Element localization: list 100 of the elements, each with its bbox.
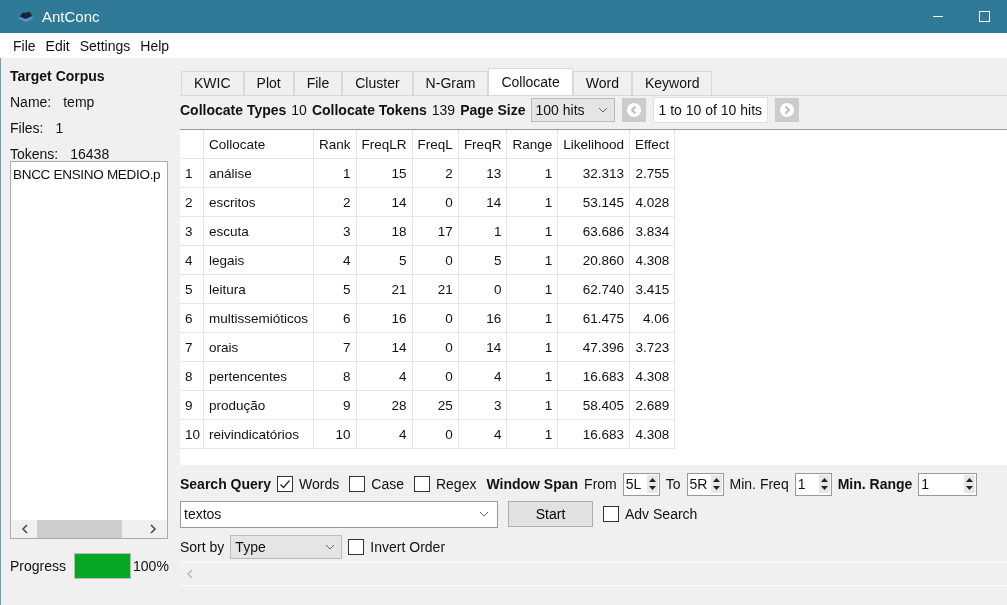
- table-cell: 4.028: [629, 187, 675, 217]
- menu-item[interactable]: Settings: [74, 37, 136, 54]
- column-header[interactable]: FreqR: [458, 130, 507, 159]
- start-button[interactable]: Start: [508, 501, 593, 527]
- table-cell: 28: [356, 390, 413, 420]
- checkbox-label[interactable]: Adv Search: [625, 506, 698, 522]
- tab[interactable]: Keyword: [631, 71, 713, 95]
- table-cell: 20.860: [557, 245, 630, 275]
- menu-item[interactable]: Edit: [40, 37, 75, 54]
- table-cell: 1: [506, 274, 558, 304]
- table-cell: 1: [506, 187, 558, 217]
- column-header[interactable]: Effect: [629, 130, 675, 159]
- spin-arrows-icon[interactable]: [646, 475, 658, 493]
- table-cell: legais: [203, 245, 314, 275]
- table-cell: 0: [412, 419, 459, 449]
- field-label: From: [584, 476, 617, 492]
- field-value: temp: [63, 94, 95, 112]
- chevron-down-icon[interactable]: [479, 511, 489, 517]
- table-cell: 4.308: [629, 245, 675, 275]
- table-cell: leitura: [203, 274, 314, 304]
- field-label: Tokens:: [10, 146, 59, 164]
- sort-dropdown[interactable]: Type: [230, 535, 343, 559]
- stat-value: 10: [291, 101, 307, 118]
- field-label: Page Size: [460, 101, 526, 118]
- field-label: Files:: [10, 120, 44, 138]
- table-cell: produção: [203, 390, 314, 420]
- chevron-down-icon[interactable]: [597, 106, 608, 113]
- table-cell: 4: [458, 361, 507, 391]
- table-cell: 4.308: [629, 361, 675, 391]
- table-cell: 0: [412, 361, 459, 391]
- column-header[interactable]: Range: [506, 130, 558, 159]
- tab[interactable]: KWIC: [181, 71, 244, 95]
- checkbox[interactable]: [603, 506, 619, 522]
- tab[interactable]: Word: [572, 71, 632, 95]
- table-cell: 3.415: [629, 274, 675, 304]
- row-number: 10: [180, 419, 204, 449]
- table-cell: 4.308: [629, 419, 675, 449]
- column-header[interactable]: Collocate: [203, 130, 314, 159]
- column-header[interactable]: FreqL: [412, 130, 459, 159]
- file-list-item[interactable]: BNCC ENSINO MEDIO.p: [13, 167, 165, 182]
- tab[interactable]: Collocate: [488, 68, 573, 95]
- table-cell: 1: [506, 245, 558, 275]
- spin-box[interactable]: 1: [794, 472, 832, 496]
- field-value: 1: [55, 120, 64, 138]
- table-cell: 32.313: [557, 158, 630, 188]
- field-label: Min. Freq: [729, 476, 789, 492]
- table-cell: 1: [313, 158, 357, 188]
- table-cell: 21: [412, 274, 459, 304]
- spin-box[interactable]: 1: [918, 472, 978, 496]
- checkbox-label[interactable]: Regex: [435, 476, 477, 492]
- checkbox[interactable]: [348, 539, 365, 555]
- column-header[interactable]: FreqLR: [356, 130, 413, 159]
- tab[interactable]: File: [293, 71, 343, 95]
- table-cell: 1: [506, 361, 558, 391]
- table-cell: escritos: [203, 187, 314, 217]
- table-cell: 5: [356, 245, 413, 275]
- checkbox[interactable]: [413, 476, 430, 492]
- checkbox-label[interactable]: Case: [371, 476, 404, 492]
- tab[interactable]: Cluster: [342, 71, 413, 95]
- checkbox-label[interactable]: Invert Order: [370, 539, 446, 555]
- spin-arrows-icon[interactable]: [710, 475, 722, 493]
- table-cell: 16.683: [557, 361, 630, 391]
- page-size-dropdown[interactable]: 100 hits: [530, 97, 615, 122]
- table-cell: 14: [458, 332, 507, 362]
- table-cell: 8: [313, 361, 357, 391]
- spin-box[interactable]: 5L: [622, 472, 660, 496]
- checkbox[interactable]: [349, 476, 366, 492]
- table-cell: 16: [356, 303, 413, 333]
- table-cell: 1: [506, 419, 558, 449]
- column-header[interactable]: Likelihood: [557, 130, 630, 159]
- tab[interactable]: N-Gram: [412, 71, 489, 95]
- table-cell: 63.686: [557, 216, 630, 246]
- table-cell: 25: [412, 390, 459, 420]
- table-cell: 4: [458, 419, 507, 449]
- table-cell: 0: [412, 303, 459, 333]
- table-cell: 5: [458, 245, 507, 275]
- scrollbar-thumb[interactable]: [37, 520, 123, 538]
- table-cell: 4: [356, 419, 413, 449]
- table-cell: 61.475: [557, 303, 630, 333]
- table-cell: 53.145: [557, 187, 630, 217]
- spin-arrows-icon[interactable]: [818, 475, 830, 493]
- table-cell: escuta: [203, 216, 314, 246]
- checkbox-label[interactable]: Words: [299, 476, 340, 492]
- table-cell: pertencentes: [203, 361, 314, 391]
- checkbox[interactable]: [277, 476, 294, 492]
- spin-arrows-icon[interactable]: [964, 475, 976, 493]
- column-header[interactable]: Rank: [313, 130, 357, 159]
- window-title: AntConc: [42, 8, 100, 25]
- field-label: Sort by: [180, 539, 225, 555]
- menu-item[interactable]: Help: [135, 37, 175, 54]
- table-cell: 14: [356, 332, 413, 362]
- table-cell: 10: [313, 419, 357, 449]
- table-cell: 14: [458, 187, 507, 217]
- menu-item[interactable]: File: [8, 37, 41, 54]
- spin-box[interactable]: 5R: [686, 472, 724, 496]
- stat-value: 139: [431, 101, 456, 118]
- search-field[interactable]: textos: [180, 500, 498, 528]
- table-cell: 2: [412, 158, 459, 188]
- tab[interactable]: Plot: [243, 71, 294, 95]
- chevron-down-icon[interactable]: [325, 544, 336, 550]
